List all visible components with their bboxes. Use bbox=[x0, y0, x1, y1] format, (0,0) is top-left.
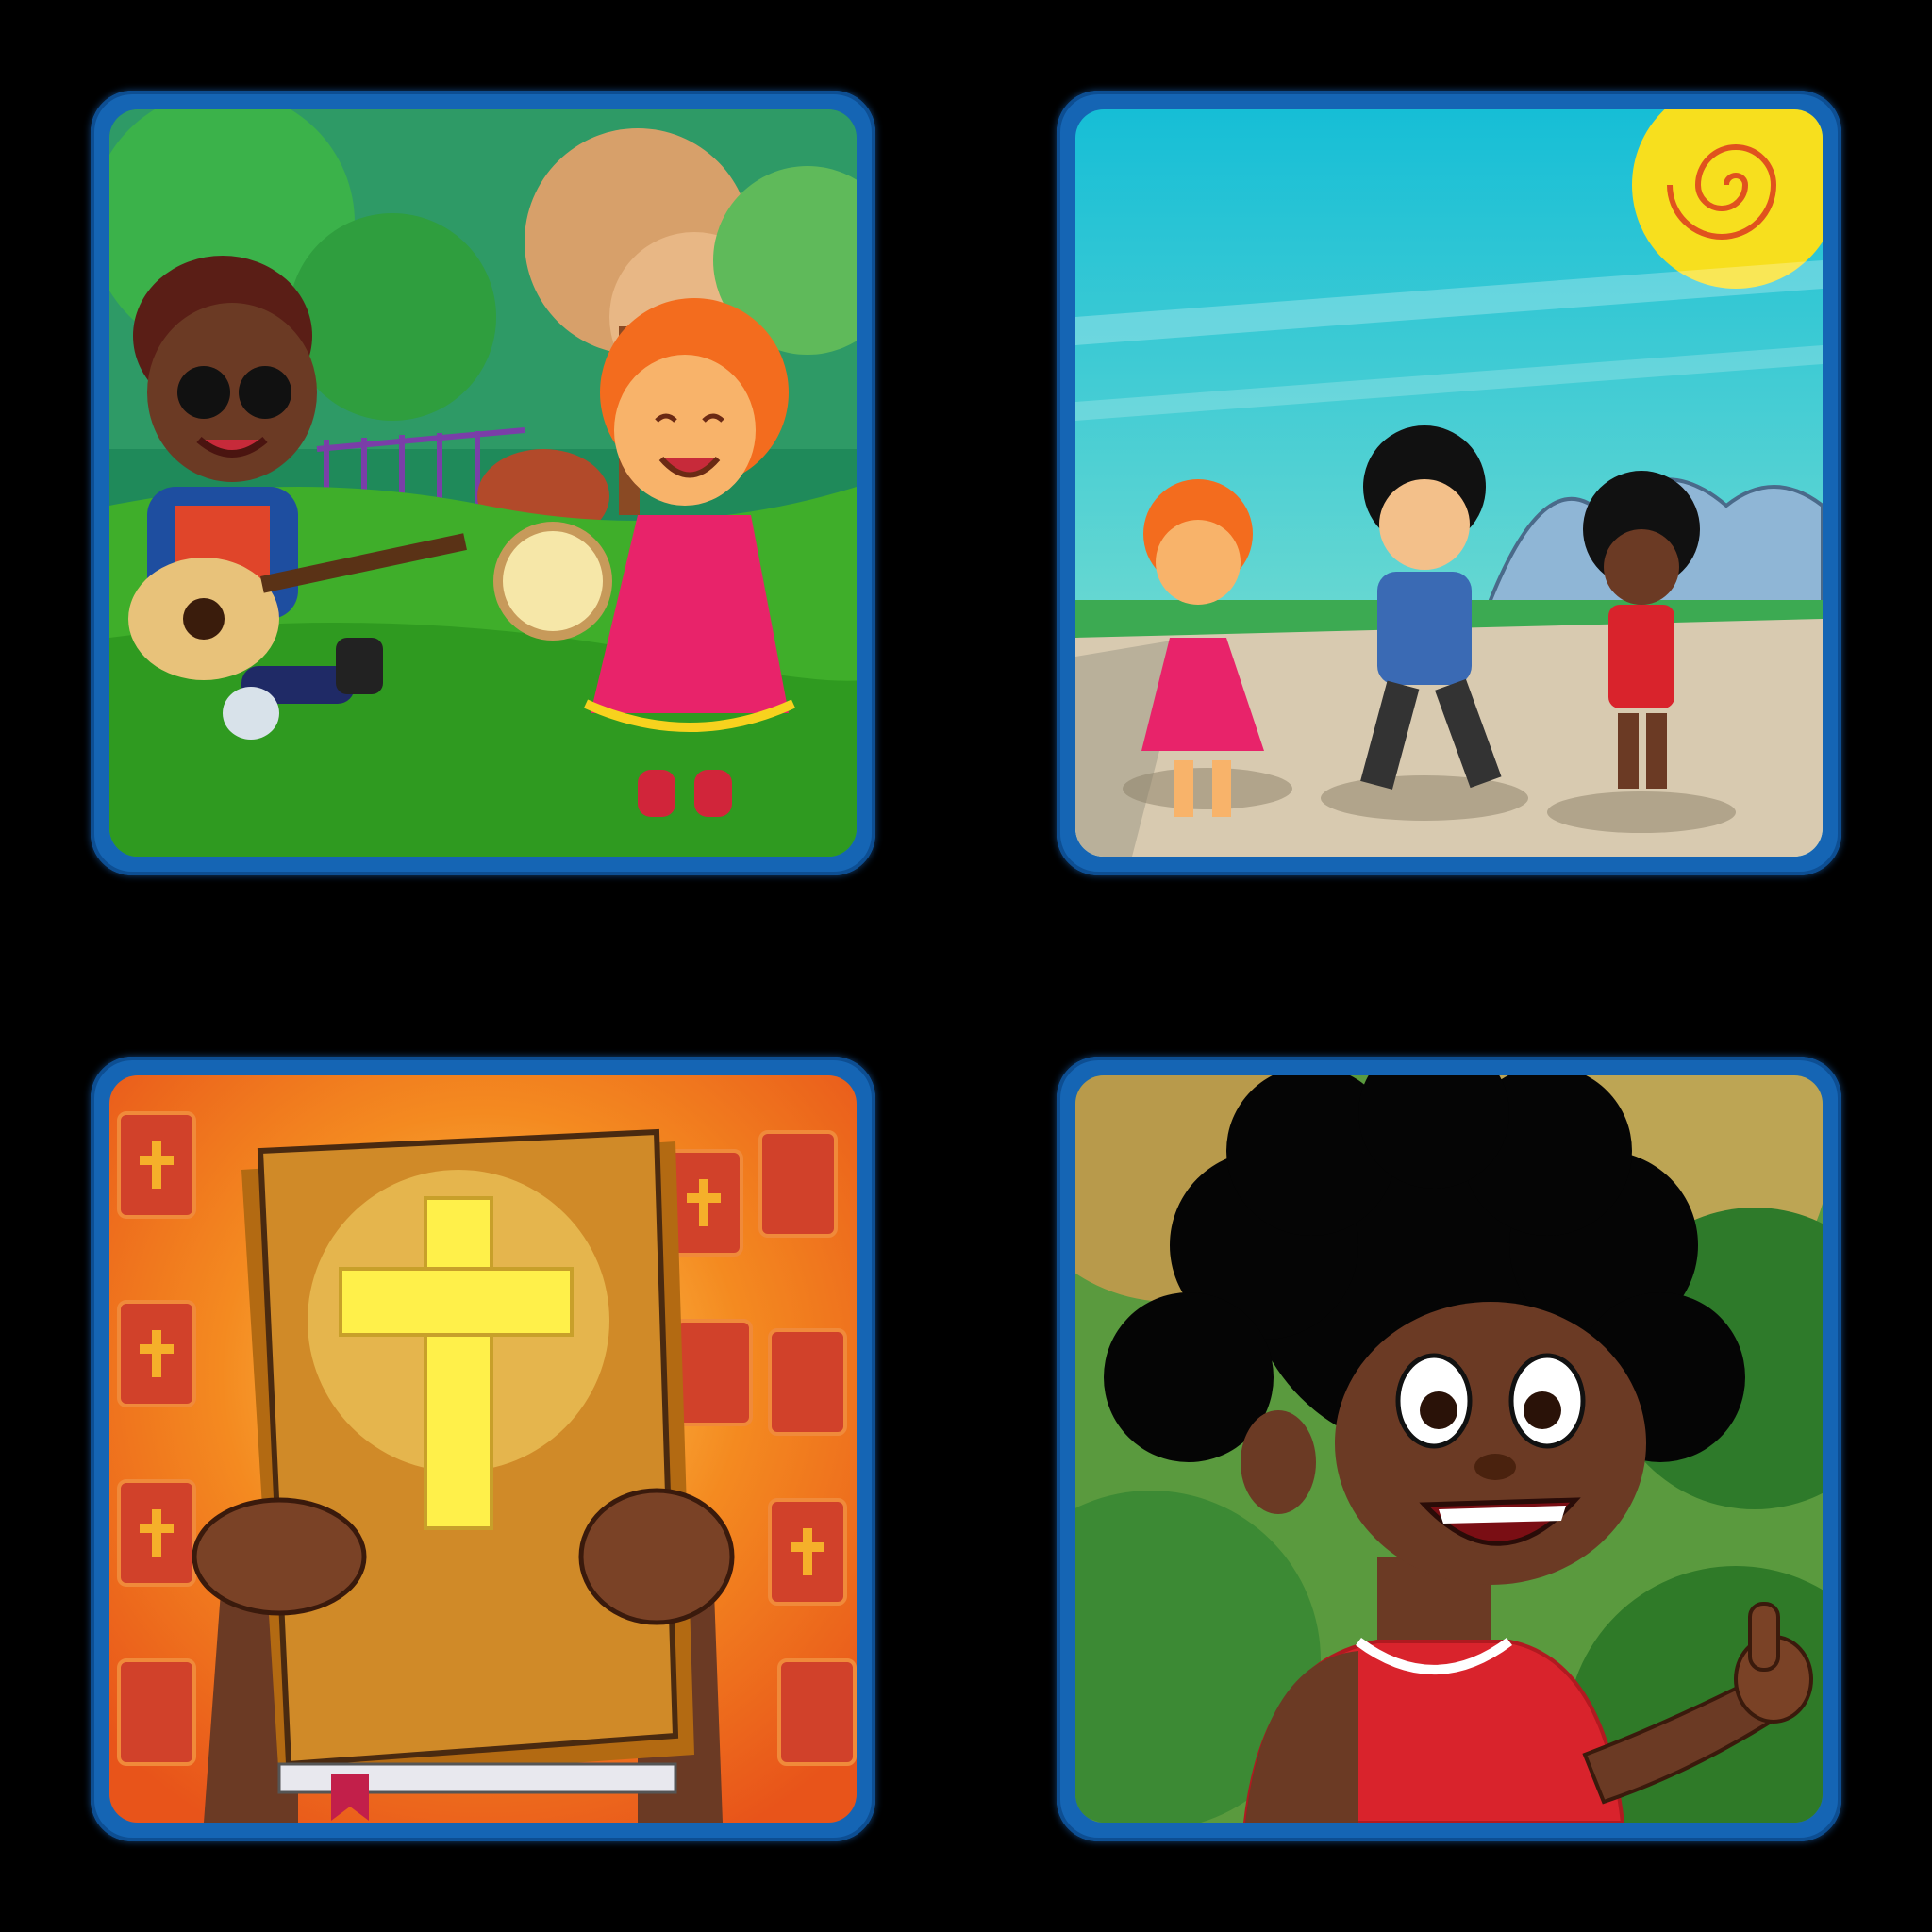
hands-holding-bible-scene bbox=[109, 1075, 857, 1823]
tile-kids-music-park[interactable] bbox=[91, 91, 875, 875]
hands-holding-bible-illustration bbox=[109, 1075, 857, 1823]
boy-thumbs-up-scene bbox=[1075, 1075, 1823, 1823]
kids-music-park-scene bbox=[109, 109, 857, 857]
tile-grid-page: { "tiles": [ { "id": "tile-1", "scene": … bbox=[0, 0, 1932, 1932]
kids-jumping-sunny-scene bbox=[1075, 109, 1823, 857]
boy-thumbs-up-illustration bbox=[1075, 1075, 1823, 1823]
kids-jumping-sunny-illustration bbox=[1075, 109, 1823, 857]
tile-boy-thumbs-up[interactable] bbox=[1057, 1057, 1841, 1841]
tile-hands-holding-bible[interactable] bbox=[91, 1057, 875, 1841]
kids-music-park-illustration bbox=[109, 109, 857, 857]
tile-kids-jumping-sunny[interactable] bbox=[1057, 91, 1841, 875]
